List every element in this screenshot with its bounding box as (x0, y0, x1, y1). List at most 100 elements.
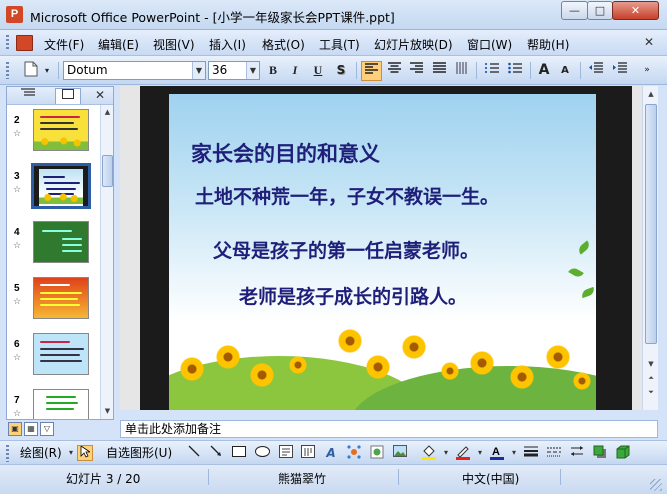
slide-sorter-button[interactable]: ▦ (24, 422, 38, 436)
font-size-select[interactable]: 36 ▼ (208, 61, 260, 80)
insert-picture-icon[interactable] (392, 445, 408, 461)
toolbar-grip-handle[interactable] (6, 445, 9, 462)
close-panel-icon[interactable]: ✕ (95, 88, 105, 102)
menu-grip-handle[interactable] (6, 35, 9, 51)
menu-slideshow[interactable]: 幻灯片放映(D) (374, 36, 453, 53)
list-item[interactable]: 5 ☆ (7, 273, 100, 327)
previous-slide-icon[interactable]: ⏶ (645, 372, 657, 384)
line-style-icon[interactable] (523, 445, 539, 461)
slide-text-line[interactable]: 父母是孩子的第一任启蒙老师。 (213, 236, 479, 263)
chevron-down-icon[interactable]: ▾ (438, 445, 454, 461)
clip-art-icon[interactable] (369, 445, 385, 461)
distributed-align-icon[interactable] (452, 61, 472, 81)
justify-button[interactable] (429, 61, 449, 81)
numbering-icon[interactable] (482, 61, 502, 81)
maximize-button[interactable]: □ (587, 1, 613, 20)
list-item[interactable]: 3 ☆ (7, 161, 100, 215)
dash-style-icon[interactable] (546, 445, 562, 461)
oval-tool-icon[interactable] (254, 445, 270, 461)
decrease-indent-icon[interactable] (586, 61, 606, 81)
scroll-thumb[interactable] (102, 155, 113, 187)
decrease-font-button[interactable]: A (556, 61, 574, 81)
list-item[interactable]: 7 ☆ (7, 385, 100, 419)
normal-view-button[interactable]: ▣ (8, 422, 22, 436)
menu-edit[interactable]: 编辑(E) (98, 36, 139, 53)
draw-menu-button[interactable]: 绘图(R) (20, 445, 62, 461)
scroll-thumb[interactable] (645, 104, 657, 344)
slide-thumbnail[interactable] (33, 221, 89, 263)
tab-slides[interactable] (55, 88, 81, 104)
shadow-button[interactable]: S (332, 61, 350, 81)
slide-thumbnail-selected[interactable] (31, 163, 91, 209)
autoshapes-menu-button[interactable]: 自选图形(U) (106, 445, 172, 461)
tab-outline[interactable] (15, 88, 41, 104)
slide-editor[interactable]: 家长会的目的和意义 土地不种荒一年，子女不教误一生。 父母是孩子的第一任启蒙老师… (120, 86, 642, 410)
new-presentation-icon[interactable] (20, 61, 42, 81)
list-item[interactable]: 4 ☆ (7, 217, 100, 271)
scroll-down-icon[interactable]: ▼ (645, 358, 657, 370)
chevron-down-icon[interactable]: ▾ (506, 445, 522, 461)
slide-thumbnail[interactable] (33, 333, 89, 375)
close-document-icon[interactable]: ✕ (644, 35, 654, 49)
arrow-style-icon[interactable] (569, 445, 585, 461)
panel-scrollbar[interactable]: ▲ ▼ (100, 105, 113, 419)
bullets-icon[interactable] (505, 61, 525, 81)
design-template-name[interactable]: 熊猫翠竹 (278, 470, 326, 487)
notes-pane[interactable]: 单击此处添加备注 (120, 420, 658, 438)
slide-thumbnail[interactable] (33, 277, 89, 319)
slide-title[interactable]: 家长会的目的和意义 (191, 138, 380, 168)
italic-button[interactable]: I (286, 61, 304, 81)
menu-window[interactable]: 窗口(W) (467, 36, 512, 53)
powerpoint-app-icon[interactable]: P (6, 6, 23, 23)
font-name-select[interactable]: Dotum ▼ (63, 61, 206, 80)
chevron-down-icon[interactable]: ▾ (472, 445, 488, 461)
menu-tools[interactable]: 工具(T) (319, 36, 360, 53)
font-color-icon[interactable]: A (489, 445, 505, 461)
select-pointer-icon[interactable] (77, 445, 93, 461)
increase-indent-icon[interactable] (610, 61, 630, 81)
fill-color-icon[interactable] (421, 445, 437, 461)
line-color-icon[interactable] (455, 445, 471, 461)
new-dropdown-icon[interactable]: ▾ (42, 61, 52, 81)
menu-help[interactable]: 帮助(H) (527, 36, 569, 53)
minimize-button[interactable]: — (561, 1, 588, 20)
toolbar-options-icon[interactable]: » (640, 61, 654, 81)
align-left-button[interactable] (361, 61, 382, 81)
bold-button[interactable]: B (264, 61, 282, 81)
diagram-icon[interactable] (346, 445, 362, 461)
arrow-tool-icon[interactable] (208, 445, 224, 461)
scroll-up-icon[interactable]: ▲ (645, 88, 657, 100)
slide-text-line[interactable]: 土地不种荒一年，子女不教误一生。 (195, 182, 499, 209)
list-item[interactable]: 6 ☆ (7, 329, 100, 383)
shadow-style-icon[interactable] (592, 445, 608, 461)
scroll-down-icon[interactable]: ▼ (102, 405, 113, 417)
chevron-down-icon[interactable]: ▼ (246, 62, 259, 79)
underline-button[interactable]: U (309, 61, 327, 81)
slideshow-view-button[interactable]: ▽ (40, 422, 54, 436)
menu-view[interactable]: 视图(V) (153, 36, 195, 53)
align-center-button[interactable] (384, 61, 404, 81)
line-tool-icon[interactable] (186, 445, 202, 461)
3d-style-icon[interactable] (615, 445, 631, 461)
close-button[interactable]: ✕ (612, 1, 659, 20)
wordart-icon[interactable]: A (323, 445, 339, 461)
scroll-up-icon[interactable]: ▲ (102, 106, 113, 118)
next-slide-icon[interactable]: ⏷ (645, 386, 657, 398)
slide-thumbnail[interactable] (33, 109, 89, 151)
slide-text-line[interactable]: 老师是孩子成长的引路人。 (239, 282, 467, 309)
rectangle-tool-icon[interactable] (231, 445, 247, 461)
editor-scrollbar[interactable]: ▲ ▼ ⏶ ⏷ (642, 86, 658, 410)
document-icon[interactable] (16, 35, 33, 51)
resize-grip-icon[interactable] (650, 479, 662, 491)
slide-thumbnail[interactable] (33, 389, 89, 419)
increase-font-button[interactable]: A (535, 61, 553, 81)
slide-thumbnail-list[interactable]: 2 ☆ 3 ☆ 4 ☆ 5 ☆ 6 ☆ 7 ☆ (7, 105, 100, 419)
current-slide[interactable]: 家长会的目的和意义 土地不种荒一年，子女不教误一生。 父母是孩子的第一任启蒙老师… (169, 94, 596, 410)
menu-format[interactable]: 格式(O) (262, 36, 305, 53)
textbox-tool-icon[interactable] (278, 445, 294, 461)
menu-file[interactable]: 文件(F) (44, 36, 84, 53)
menu-insert[interactable]: 插入(I) (209, 36, 246, 53)
toolbar-grip-handle[interactable] (6, 62, 9, 79)
chevron-down-icon[interactable]: ▼ (192, 62, 205, 79)
list-item[interactable]: 2 ☆ (7, 105, 100, 159)
